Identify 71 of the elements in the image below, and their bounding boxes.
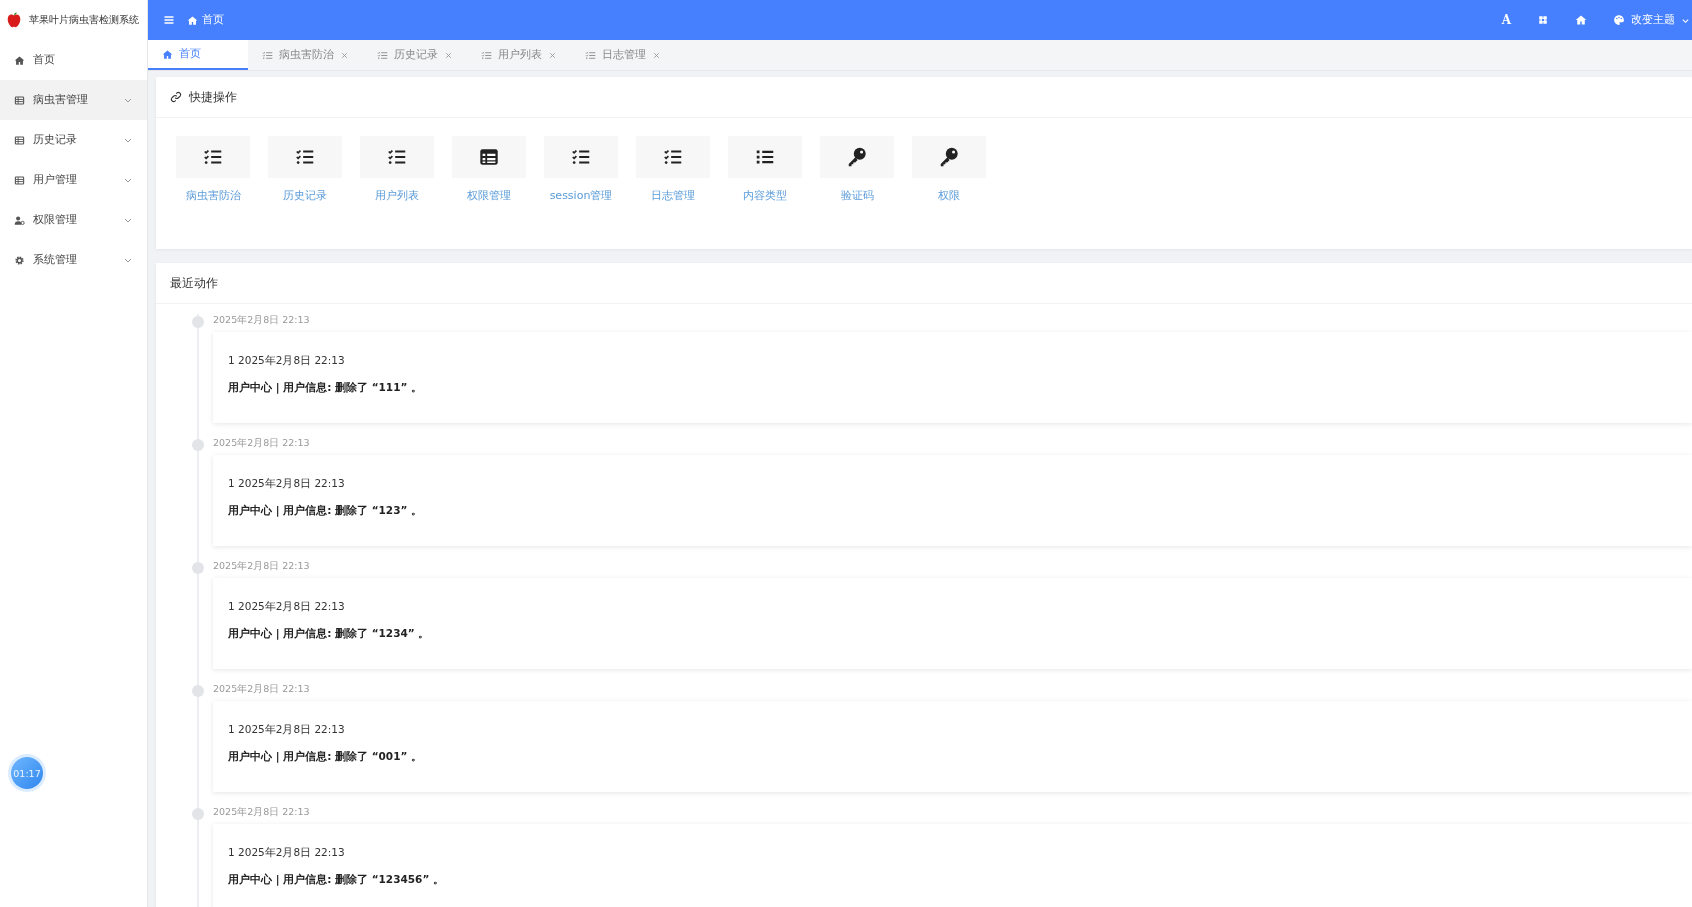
activity-message: 用户中心 | 用户信息: 删除了 “1234” 。 (228, 627, 431, 641)
timer-badge[interactable]: 01:17 (11, 757, 43, 789)
close-icon[interactable] (548, 50, 557, 60)
shortcut-label[interactable]: 权限管理 (467, 188, 511, 203)
activity-message: 用户中心 | 用户信息: 删除了 “001” 。 (228, 750, 424, 764)
table-icon (478, 146, 500, 168)
activity-heading: 1 2025年2月8日 22:13 (228, 723, 346, 737)
timestamp: 2025年2月8日 22:13 (213, 806, 311, 819)
activity-heading: 1 2025年2月8日 22:13 (228, 354, 346, 368)
timestamp: 2025年2月8日 22:13 (213, 560, 311, 573)
breadcrumb-link[interactable]: 首页 (187, 13, 224, 27)
checklist-icon (481, 49, 492, 61)
table-icon (14, 94, 25, 106)
shortcut-label[interactable]: 用户列表 (375, 188, 419, 203)
activity-message: 用户中心 | 用户信息: 删除了 “123456” 。 (228, 873, 445, 887)
timestamp: 2025年2月8日 22:13 (213, 683, 311, 696)
tab[interactable]: 日志管理 (571, 40, 675, 70)
card-title: 快捷操作 (189, 89, 237, 105)
shortcut-label[interactable]: 验证码 (840, 188, 874, 203)
key-icon (938, 146, 960, 168)
shortcut-label[interactable]: 日志管理 (651, 188, 695, 203)
shortcut-label[interactable]: 权限 (938, 188, 960, 203)
table-icon (14, 134, 25, 146)
activity-heading: 1 2025年2月8日 22:13 (228, 477, 346, 491)
sidebar-item[interactable]: 权限管理 (0, 200, 147, 240)
timestamp: 2025年2月8日 22:13 (213, 437, 311, 450)
shortcut-button[interactable] (912, 136, 986, 178)
close-icon[interactable] (652, 50, 661, 60)
timestamp: 2025年2月8日 22:13 (213, 314, 311, 327)
shortcut-label[interactable]: 病虫害防治 (185, 188, 241, 203)
sidebar-item[interactable]: 首页 (0, 40, 147, 80)
theme-menu[interactable]: 改变主题 (1613, 13, 1692, 27)
font-size-button[interactable]: A (1501, 13, 1511, 27)
tab[interactable]: 病虫害防治 (248, 40, 363, 70)
shortcut-button[interactable] (728, 136, 802, 178)
shortcut-label[interactable]: session管理 (549, 188, 613, 203)
checklist-icon (262, 49, 273, 61)
sidebar-item[interactable]: 用户管理 (0, 160, 147, 200)
checklist-icon (377, 49, 388, 61)
home-icon (14, 54, 25, 66)
fullscreen-icon[interactable] (1537, 14, 1549, 26)
sidebar-item[interactable]: 病虫害管理 (0, 80, 147, 120)
tab[interactable]: 历史记录 (363, 40, 467, 70)
link-icon (170, 91, 182, 103)
close-icon[interactable] (340, 50, 349, 60)
home-icon[interactable] (1575, 14, 1587, 26)
activity-heading: 1 2025年2月8日 22:13 (228, 600, 346, 614)
tab[interactable]: 首页 (148, 40, 248, 70)
settings-icon (14, 254, 25, 266)
palette-icon (1613, 14, 1625, 26)
home-icon (162, 48, 173, 60)
key-icon (846, 146, 868, 168)
close-icon[interactable] (444, 50, 453, 60)
activity-message: 用户中心 | 用户信息: 删除了 “111” 。 (228, 381, 424, 395)
shortcut-button[interactable] (452, 136, 526, 178)
shortcut-label[interactable]: 历史记录 (283, 188, 327, 203)
sidebar-item[interactable]: 历史记录 (0, 120, 147, 160)
tab[interactable]: 用户列表 (467, 40, 571, 70)
user-icon (14, 214, 25, 226)
apple-icon (5, 11, 23, 29)
activity-heading: 1 2025年2月8日 22:13 (228, 846, 346, 860)
table-icon (14, 174, 25, 186)
home-icon (187, 14, 198, 26)
app-title: 苹果叶片病虫害检测系统 (29, 13, 139, 27)
checklist-icon (585, 49, 596, 61)
card-title: 最近动作 (170, 275, 218, 291)
sidebar-item[interactable]: 系统管理 (0, 240, 147, 280)
activity-message: 用户中心 | 用户信息: 删除了 “123” 。 (228, 504, 424, 518)
shortcut-label[interactable]: 内容类型 (743, 188, 787, 203)
shortcut-button[interactable] (820, 136, 894, 178)
menu-icon[interactable] (163, 14, 175, 26)
